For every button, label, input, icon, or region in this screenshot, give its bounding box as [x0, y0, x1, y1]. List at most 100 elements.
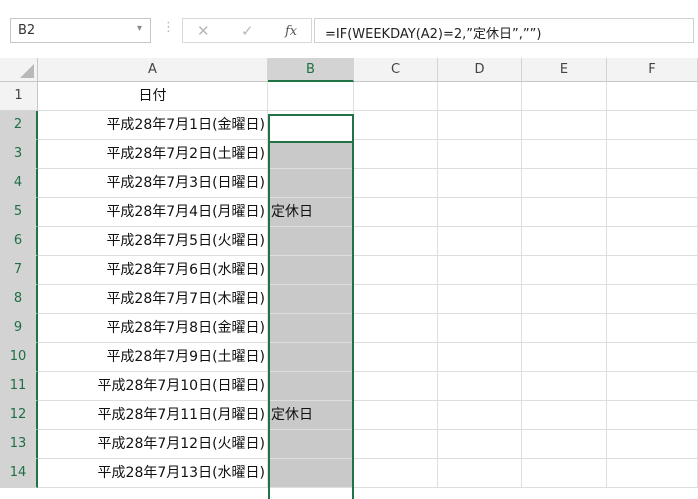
- cell-e5[interactable]: [522, 198, 607, 227]
- cell-a14[interactable]: 平成28年7月13日(水曜日): [38, 459, 268, 488]
- cell-b12[interactable]: 定休日: [268, 401, 354, 430]
- formula-input[interactable]: =IF(WEEKDAY(A2)=2,”定休日”,””): [314, 18, 694, 43]
- cell-c9[interactable]: [354, 314, 438, 343]
- cell-e11[interactable]: [522, 372, 607, 401]
- cell-d11[interactable]: [438, 372, 522, 401]
- cell-f3[interactable]: [607, 140, 698, 169]
- cell-a4[interactable]: 平成28年7月3日(日曜日): [38, 169, 268, 198]
- cell-c13[interactable]: [354, 430, 438, 459]
- row-header[interactable]: 7: [0, 256, 38, 285]
- cell-b10[interactable]: [268, 343, 354, 372]
- cell-a2[interactable]: 平成28年7月1日(金曜日): [38, 111, 268, 140]
- cell-d10[interactable]: [438, 343, 522, 372]
- cell-c6[interactable]: [354, 227, 438, 256]
- row-header[interactable]: 11: [0, 372, 38, 401]
- cell-b1[interactable]: [268, 82, 354, 111]
- cell-b3[interactable]: [268, 140, 354, 169]
- row-header[interactable]: 13: [0, 430, 38, 459]
- row-header[interactable]: 14: [0, 459, 38, 488]
- cell-c3[interactable]: [354, 140, 438, 169]
- column-header-e[interactable]: E: [522, 58, 607, 82]
- cell-e10[interactable]: [522, 343, 607, 372]
- row-header[interactable]: 5: [0, 198, 38, 227]
- cell-d4[interactable]: [438, 169, 522, 198]
- cell-e9[interactable]: [522, 314, 607, 343]
- cell-f9[interactable]: [607, 314, 698, 343]
- cell-d1[interactable]: [438, 82, 522, 111]
- cell-e7[interactable]: [522, 256, 607, 285]
- cell-f5[interactable]: [607, 198, 698, 227]
- cell-b14[interactable]: [268, 459, 354, 488]
- cell-f8[interactable]: [607, 285, 698, 314]
- cell-e2[interactable]: [522, 111, 607, 140]
- cell-c4[interactable]: [354, 169, 438, 198]
- cell-e6[interactable]: [522, 227, 607, 256]
- cell-c2[interactable]: [354, 111, 438, 140]
- cell-d7[interactable]: [438, 256, 522, 285]
- cell-b13[interactable]: [268, 430, 354, 459]
- cell-f11[interactable]: [607, 372, 698, 401]
- cell-c14[interactable]: [354, 459, 438, 488]
- select-all-corner[interactable]: [0, 58, 38, 82]
- cell-a8[interactable]: 平成28年7月7日(木曜日): [38, 285, 268, 314]
- column-header-d[interactable]: D: [438, 58, 522, 82]
- cell-a9[interactable]: 平成28年7月8日(金曜日): [38, 314, 268, 343]
- row-header[interactable]: 10: [0, 343, 38, 372]
- cell-e12[interactable]: [522, 401, 607, 430]
- cell-d13[interactable]: [438, 430, 522, 459]
- row-header[interactable]: 3: [0, 140, 38, 169]
- cell-f12[interactable]: [607, 401, 698, 430]
- check-icon[interactable]: ✓: [241, 22, 254, 40]
- row-header[interactable]: 8: [0, 285, 38, 314]
- row-header[interactable]: 12: [0, 401, 38, 430]
- cell-d6[interactable]: [438, 227, 522, 256]
- row-header[interactable]: 1: [0, 82, 38, 111]
- row-header[interactable]: 2: [0, 111, 38, 140]
- cell-e14[interactable]: [522, 459, 607, 488]
- cell-c1[interactable]: [354, 82, 438, 111]
- cell-a6[interactable]: 平成28年7月5日(火曜日): [38, 227, 268, 256]
- cell-f10[interactable]: [607, 343, 698, 372]
- cell-a11[interactable]: 平成28年7月10日(日曜日): [38, 372, 268, 401]
- cell-d12[interactable]: [438, 401, 522, 430]
- column-header-b[interactable]: B: [268, 58, 354, 82]
- cell-b6[interactable]: [268, 227, 354, 256]
- cell-b5[interactable]: 定休日: [268, 198, 354, 227]
- cell-d3[interactable]: [438, 140, 522, 169]
- cell-e3[interactable]: [522, 140, 607, 169]
- cell-d14[interactable]: [438, 459, 522, 488]
- insert-function-icon[interactable]: fx: [285, 24, 297, 39]
- cell-a1[interactable]: 日付: [38, 82, 268, 111]
- cell-a7[interactable]: 平成28年7月6日(水曜日): [38, 256, 268, 285]
- cell-f4[interactable]: [607, 169, 698, 198]
- cell-e4[interactable]: [522, 169, 607, 198]
- cell-a10[interactable]: 平成28年7月9日(土曜日): [38, 343, 268, 372]
- cell-c12[interactable]: [354, 401, 438, 430]
- cell-e8[interactable]: [522, 285, 607, 314]
- cell-a5[interactable]: 平成28年7月4日(月曜日): [38, 198, 268, 227]
- cell-c10[interactable]: [354, 343, 438, 372]
- cell-f2[interactable]: [607, 111, 698, 140]
- cell-f6[interactable]: [607, 227, 698, 256]
- row-header[interactable]: 6: [0, 227, 38, 256]
- cell-f13[interactable]: [607, 430, 698, 459]
- cell-f7[interactable]: [607, 256, 698, 285]
- cell-d8[interactable]: [438, 285, 522, 314]
- cell-a12[interactable]: 平成28年7月11日(月曜日): [38, 401, 268, 430]
- column-header-c[interactable]: C: [354, 58, 438, 82]
- row-header[interactable]: 4: [0, 169, 38, 198]
- cell-d9[interactable]: [438, 314, 522, 343]
- cell-c11[interactable]: [354, 372, 438, 401]
- row-header[interactable]: 9: [0, 314, 38, 343]
- column-header-a[interactable]: A: [38, 58, 268, 82]
- cell-f14[interactable]: [607, 459, 698, 488]
- cell-c8[interactable]: [354, 285, 438, 314]
- cell-e13[interactable]: [522, 430, 607, 459]
- cell-b9[interactable]: [268, 314, 354, 343]
- cell-f1[interactable]: [607, 82, 698, 111]
- cell-c7[interactable]: [354, 256, 438, 285]
- drag-handle-icon[interactable]: ⋮: [162, 20, 175, 35]
- cell-d2[interactable]: [438, 111, 522, 140]
- cell-b4[interactable]: [268, 169, 354, 198]
- cell-c5[interactable]: [354, 198, 438, 227]
